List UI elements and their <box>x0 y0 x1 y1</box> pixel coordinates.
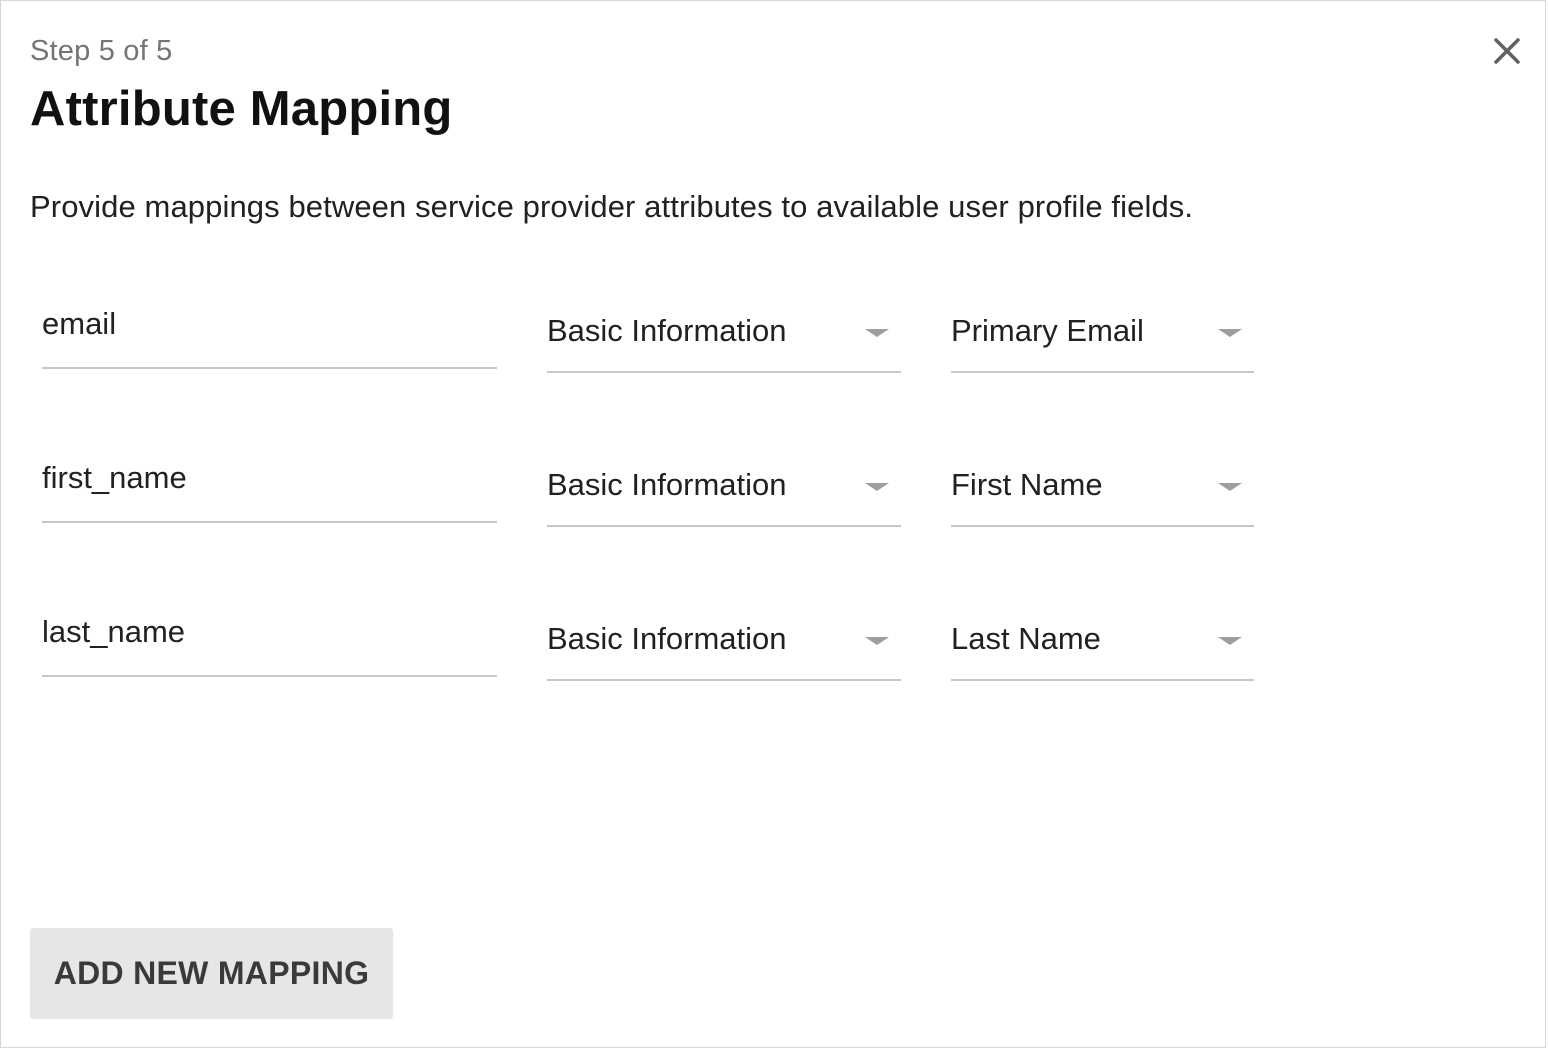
description-text: Provide mappings between service provide… <box>30 189 1194 224</box>
close-button[interactable] <box>1489 33 1525 69</box>
category-select[interactable]: Basic Information <box>547 299 901 373</box>
chevron-down-icon <box>1218 483 1242 491</box>
chevron-down-icon <box>1218 637 1242 645</box>
page-title: Attribute Mapping <box>30 82 453 136</box>
category-select-value: Basic Information <box>547 467 787 502</box>
chevron-down-icon <box>865 637 889 645</box>
chevron-down-icon <box>865 329 889 337</box>
attribute-input[interactable] <box>42 607 497 677</box>
mapping-row: Basic Information First Name <box>1 453 1547 533</box>
category-select[interactable]: Basic Information <box>547 453 901 527</box>
attribute-mapping-dialog: Step 5 of 5 Attribute Mapping Provide ma… <box>0 0 1546 1048</box>
category-select[interactable]: Basic Information <box>547 607 901 681</box>
field-select[interactable]: Primary Email <box>951 299 1254 373</box>
mapping-row: Basic Information Last Name <box>1 607 1547 687</box>
category-select-value: Basic Information <box>547 313 787 348</box>
step-indicator: Step 5 of 5 <box>30 35 173 67</box>
field-select-value: Primary Email <box>951 313 1144 348</box>
field-select[interactable]: First Name <box>951 453 1254 527</box>
category-select-value: Basic Information <box>547 621 787 656</box>
field-select-value: First Name <box>951 467 1103 502</box>
mapping-row: Basic Information Primary Email <box>1 299 1547 379</box>
attribute-input[interactable] <box>42 299 497 369</box>
field-select-value: Last Name <box>951 621 1101 656</box>
field-select[interactable]: Last Name <box>951 607 1254 681</box>
attribute-input[interactable] <box>42 453 497 523</box>
close-icon <box>1494 38 1520 64</box>
chevron-down-icon <box>865 483 889 491</box>
add-new-mapping-button[interactable]: ADD NEW MAPPING <box>30 928 393 1019</box>
chevron-down-icon <box>1218 329 1242 337</box>
